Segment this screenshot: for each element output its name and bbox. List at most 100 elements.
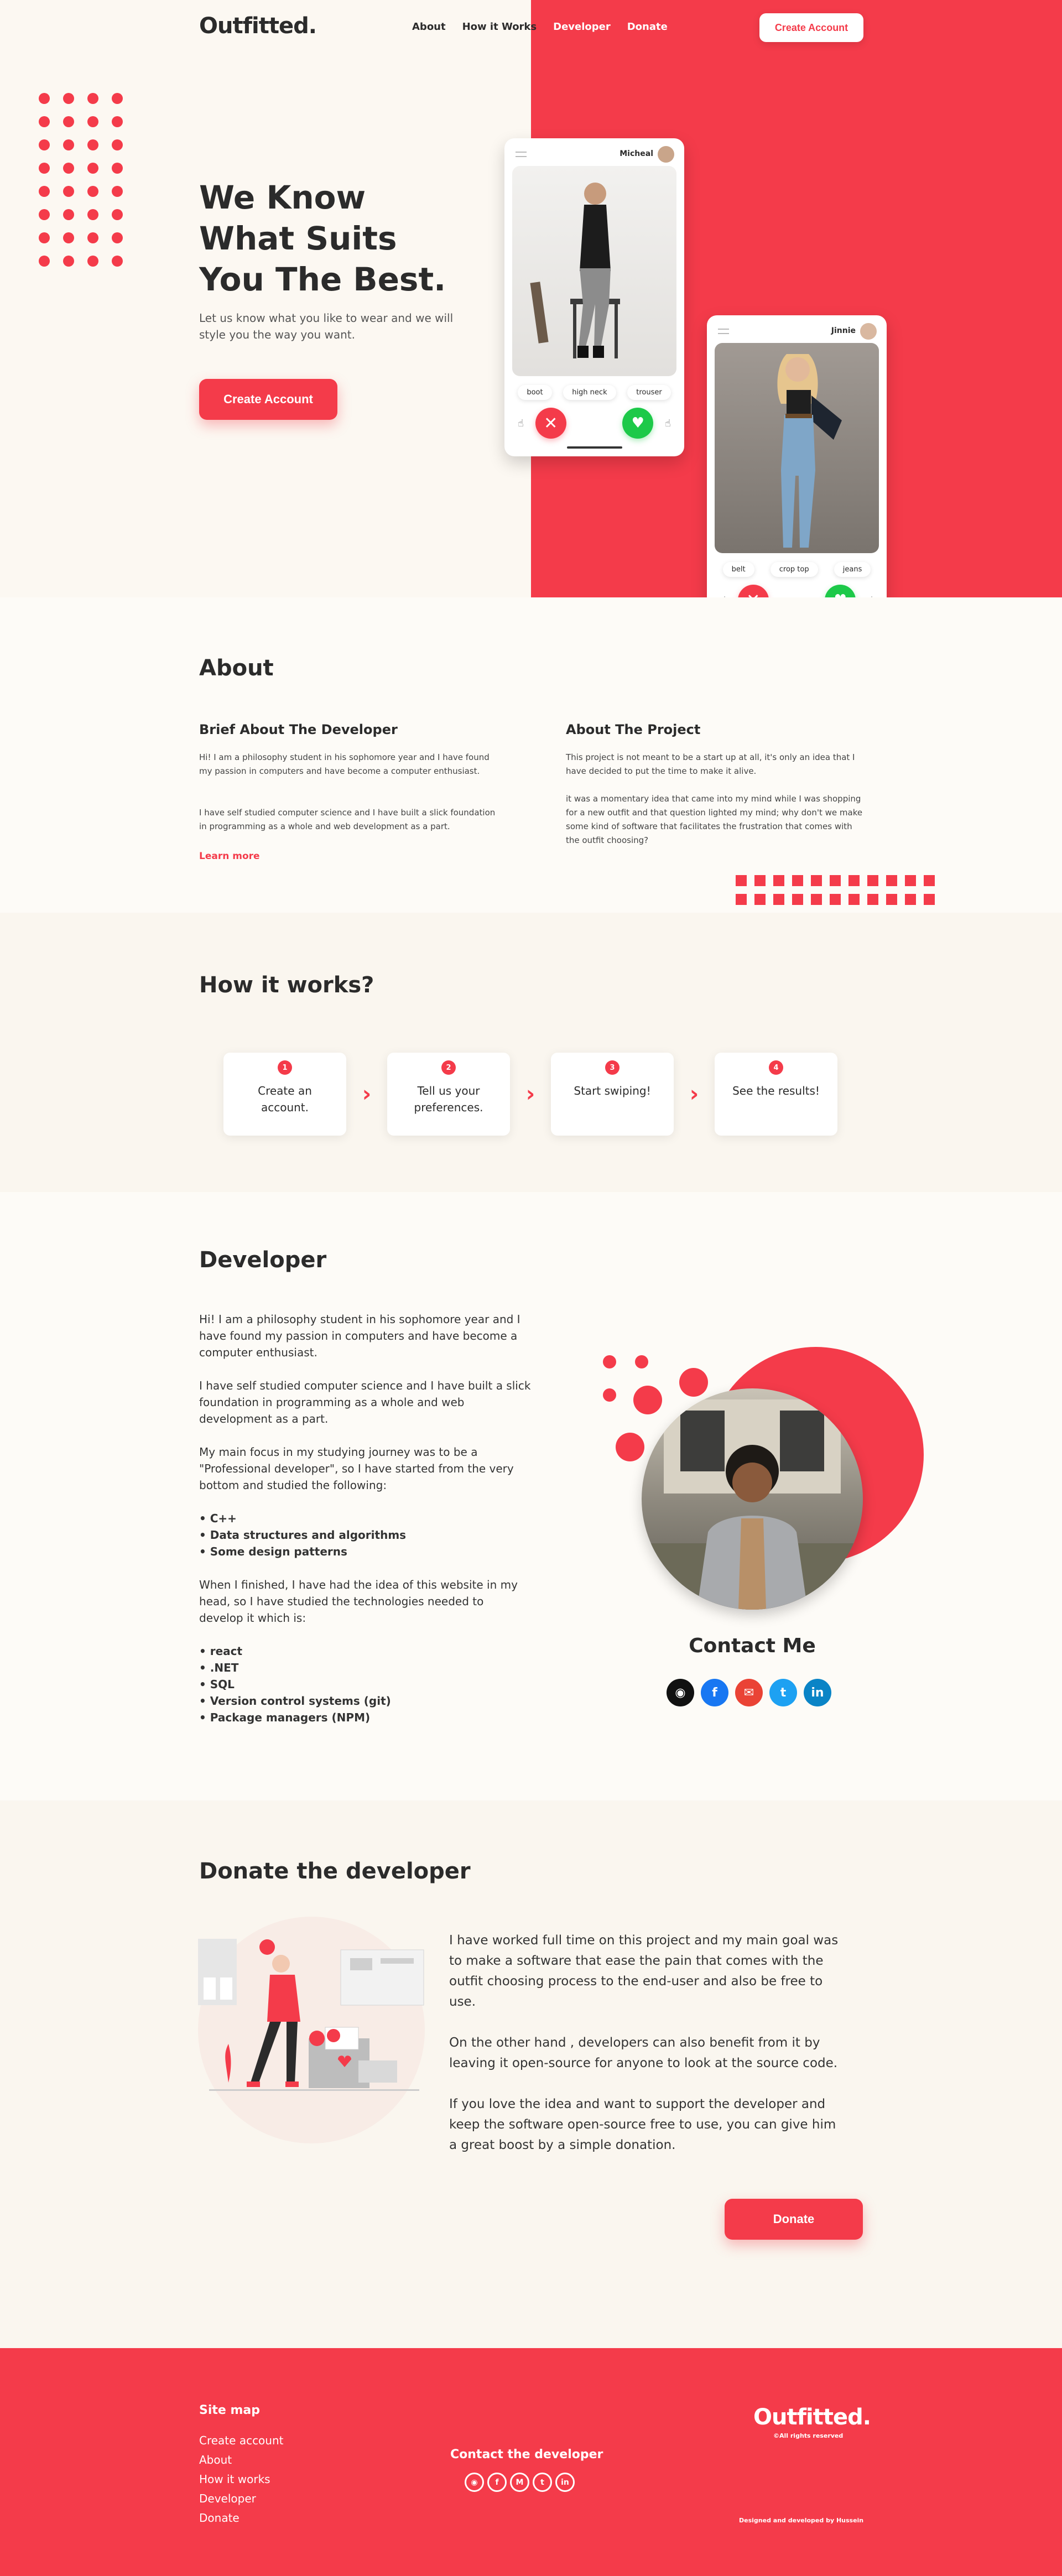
designed-by-text: Designed and developed by Hussein [739,2517,864,2524]
skill-item: • Data structures and algorithms [199,1528,407,1542]
donate-title: Donate the developer [199,1859,471,1884]
tech-item: • Version control systems (git) [199,1694,391,1708]
step-number: 2 [441,1060,456,1075]
gmail-icon[interactable]: ✉ [735,1679,763,1706]
avatar [860,323,877,340]
linkedin-icon[interactable]: in [555,2473,575,2492]
sitemap-link-donate[interactable]: Donate [199,2509,284,2528]
github-icon[interactable]: ◉ [667,1679,694,1706]
avatar [658,146,674,163]
tag-chip[interactable]: trouser [627,385,671,400]
steps-row: 1 Create an account. › 2 Tell us your pr… [223,1053,837,1136]
footer-logo[interactable]: Outfitted. [753,2405,871,2430]
donate-text-p1: I have worked full time on this project … [449,1933,839,2009]
footer: Site map Create account About How it wor… [0,2348,1062,2576]
developer-section: Developer Hi! I am a philosophy student … [0,1192,1062,1800]
phone-user-name: Micheal [620,149,653,158]
developer-bio-p2: I have self studied computer science and… [199,1379,531,1425]
tech-list: • react • .NET • SQL • Version control s… [199,1643,531,1726]
nav-create-account-button[interactable]: Create Account [759,13,863,42]
tech-item: • react [199,1645,243,1658]
decorative-dot [635,1355,648,1368]
how-title: How it works? [199,972,374,998]
menu-icon[interactable] [516,152,527,157]
sitemap-link-developer[interactable]: Developer [199,2489,284,2509]
contact-me-title: Contact Me [689,1635,816,1657]
outfit-photo [715,343,879,553]
page: Outfitted. About How it Works Developer … [0,0,1062,2576]
chevron-right-icon: › [362,1081,372,1107]
donation-illustration-icon [198,1939,424,2091]
nav-link-about[interactable]: About [412,21,446,33]
decorative-dot [603,1388,616,1402]
footer-contact-title: Contact the developer [450,2448,603,2461]
tag-chip[interactable]: jeans [834,562,871,577]
twitter-icon[interactable]: t [533,2473,552,2492]
dislike-button[interactable]: ✕ [737,585,769,597]
model-figure-icon [530,183,620,358]
step-number: 3 [605,1060,620,1075]
home-indicator [566,446,622,449]
dislike-button[interactable]: ✕ [535,408,566,439]
about-section: About Brief About The Developer Hi! I am… [0,597,1062,943]
nav-link-developer[interactable]: Developer [553,21,611,33]
donate-button[interactable]: Donate [725,2199,863,2240]
facebook-icon[interactable]: f [487,2473,507,2492]
decorative-dot-grid [39,93,124,267]
tag-chip[interactable]: high neck [563,385,616,400]
developer-bio: Hi! I am a philosophy student in his sop… [199,1311,531,1742]
footer-socials: ◉ f M t in [465,2473,575,2492]
about-developer-heading: Brief About The Developer [199,722,398,737]
sitemap-links: Create account About How it works Develo… [199,2431,284,2528]
nav-links: About How it Works Developer Donate [412,21,668,33]
sitemap-title: Site map [199,2403,260,2417]
step-card: 2 Tell us your preferences. [387,1053,510,1136]
twitter-icon[interactable]: t [769,1679,797,1706]
decorative-dot [679,1368,708,1397]
step-card: 3 Start swiping! [551,1053,674,1136]
model-figure-icon [777,354,842,548]
hero-create-account-button[interactable]: Create Account [199,379,337,420]
step-text: Start swiping! [574,1084,651,1097]
top-nav: Outfitted. About How it Works Developer … [0,0,1062,55]
step-number: 1 [278,1060,292,1075]
step-text: See the results! [732,1084,820,1097]
gmail-icon[interactable]: M [510,2473,529,2492]
contact-socials: ◉ f ✉ t in [667,1679,831,1706]
github-icon[interactable]: ◉ [465,2473,484,2492]
decorative-dot [603,1355,616,1368]
about-developer-text-1: Hi! I am a philosophy student in his sop… [199,752,490,776]
skills-list: • C++ • Data structures and algorithms •… [199,1510,531,1560]
sitemap-link-how-it-works[interactable]: How it works [199,2470,284,2489]
step-card: 4 See the results! [715,1053,837,1136]
hero-section: Outfitted. About How it Works Developer … [0,0,1062,597]
how-it-works-section: How it works? 1 Create an account. › 2 T… [0,913,1062,1192]
phone-card-jinnie: Jinnie belt crop top jeans ☝ [707,315,887,597]
nav-link-how-it-works[interactable]: How it Works [462,21,537,33]
developer-figure-icon [642,1399,863,1610]
step-number: 4 [769,1060,783,1075]
sitemap-link-about[interactable]: About [199,2450,284,2470]
developer-photo [642,1388,863,1610]
menu-icon[interactable] [718,329,729,334]
logo[interactable]: Outfitted. [199,13,317,39]
like-button[interactable]: ♥ [825,585,856,597]
nav-link-donate[interactable]: Donate [627,21,668,33]
like-button[interactable]: ♥ [622,408,654,439]
learn-more-link[interactable]: Learn more [199,851,260,862]
skill-item: • Some design patterns [199,1545,347,1558]
tag-chip[interactable]: crop top [770,562,818,577]
sitemap-link-create-account[interactable]: Create account [199,2431,284,2450]
facebook-icon[interactable]: f [701,1679,728,1706]
phone-card-micheal: Micheal boot high neck trouser ☝ ✕ ♥ ☝ [504,138,684,456]
swipe-hand-icon: ☝ [518,417,524,429]
tag-chip[interactable]: boot [518,385,552,400]
hero-subtitle: Let us know what you like to wear and we… [199,311,454,341]
outfit-photo [512,166,676,376]
tag-chip[interactable]: belt [722,562,754,577]
developer-title: Developer [199,1247,327,1273]
step-text: Create an account. [258,1084,312,1114]
copyright-text: ©All rights reserved [773,2432,844,2439]
chevron-right-icon: › [525,1081,535,1107]
linkedin-icon[interactable]: in [804,1679,831,1706]
